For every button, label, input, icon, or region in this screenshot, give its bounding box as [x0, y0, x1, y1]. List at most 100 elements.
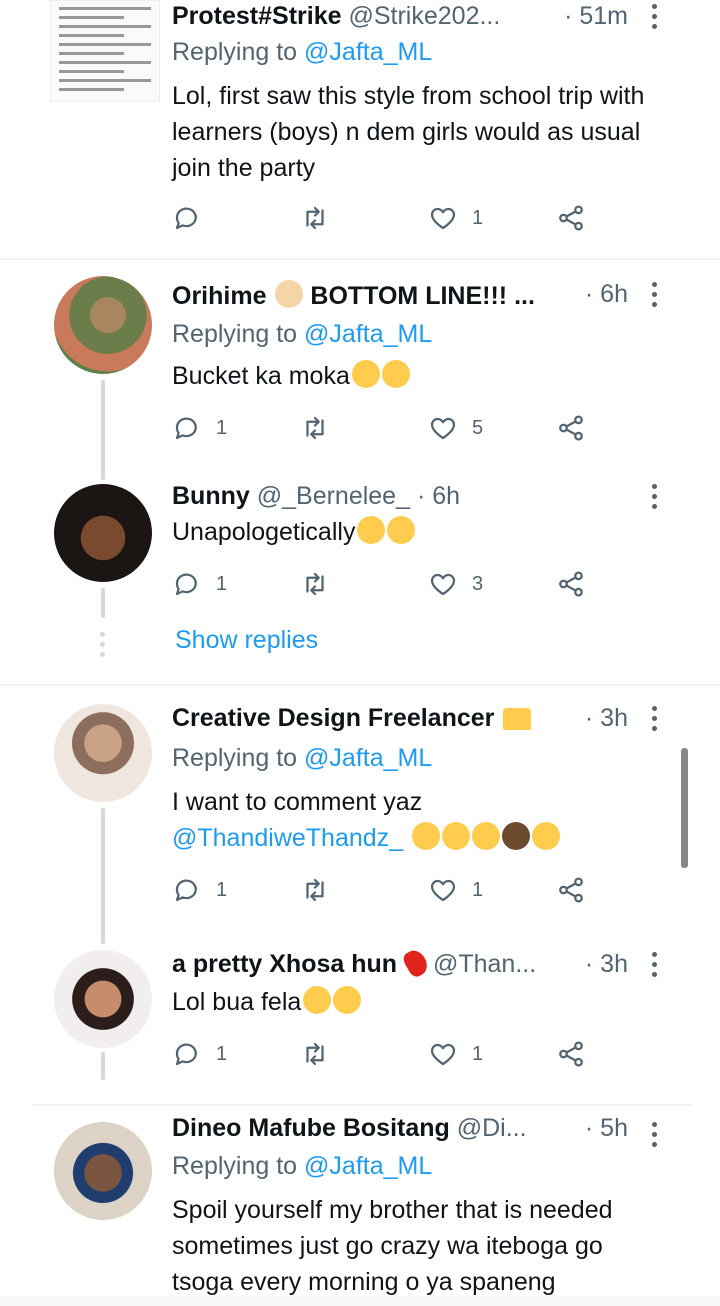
like-count: 1 — [472, 206, 484, 229]
reply-to-mention[interactable]: @Jafta_ML — [304, 320, 432, 348]
more-icon[interactable] — [652, 4, 658, 34]
bottom-edge — [0, 1296, 720, 1306]
more-icon[interactable] — [652, 706, 658, 736]
divider — [32, 1104, 692, 1106]
retweet-button[interactable] — [300, 410, 330, 446]
user-handle[interactable]: @Di... — [457, 1114, 527, 1142]
tweet-bunny[interactable]: Bunny @_Bernelee_ · 6h Unapologetically … — [0, 474, 720, 684]
share-button[interactable] — [556, 872, 586, 908]
rofl-emoji — [472, 822, 501, 850]
share-button[interactable] — [556, 1036, 586, 1072]
mentioned-user-link[interactable]: @ThandiweThandz_ — [172, 824, 403, 852]
avatar[interactable] — [54, 704, 152, 802]
retweet-button[interactable] — [300, 566, 330, 602]
joy-emoji — [357, 516, 386, 544]
display-name[interactable]: Orihime — [172, 282, 266, 310]
rofl-emoji — [351, 360, 380, 388]
share-icon — [556, 413, 586, 443]
tweet-protest-strike[interactable]: Protest#Strike @Strike202... · 51m Reply… — [0, 0, 720, 258]
rofl-emoji — [333, 986, 362, 1014]
avatar[interactable] — [54, 950, 152, 1048]
retweet-button[interactable] — [300, 1036, 330, 1072]
more-icon[interactable] — [652, 1122, 658, 1152]
timestamp[interactable]: · 5h — [585, 1114, 628, 1143]
timestamp[interactable]: · 6h — [585, 280, 628, 309]
reply-prefix: Replying to — [172, 38, 298, 66]
timestamp[interactable]: · 3h — [585, 950, 628, 979]
reply-count: 1 — [216, 572, 228, 595]
grimacing-emoji — [532, 822, 561, 850]
timestamp[interactable]: · 3h — [585, 704, 628, 733]
display-name[interactable]: Bunny — [172, 482, 250, 510]
replying-to: Replying to @Jafta_ML — [172, 744, 432, 773]
reply-button[interactable] — [172, 200, 202, 236]
reply-prefix: Replying to — [172, 320, 298, 348]
tweet-header: Orihime BOTTOM LINE!!! ... — [172, 280, 650, 320]
older-person-emoji — [275, 280, 304, 308]
quoted-image-thumbnail[interactable] — [50, 0, 160, 102]
divider — [0, 258, 720, 260]
reply-button[interactable]: 1 — [172, 566, 227, 602]
tweet-orihime[interactable]: Orihime BOTTOM LINE!!! ... · 6h Replying… — [0, 262, 720, 480]
retweet-button[interactable] — [300, 200, 330, 236]
tweet-text: Lol, first saw this style from school tr… — [172, 82, 645, 182]
share-button[interactable] — [556, 566, 586, 602]
avatar[interactable] — [54, 276, 152, 374]
retweet-icon — [300, 413, 330, 443]
like-icon — [428, 1039, 458, 1069]
display-name[interactable]: a pretty Xhosa hun — [172, 950, 397, 978]
tweet-actions: 1 — [172, 200, 602, 236]
scrollbar[interactable] — [681, 748, 688, 868]
tweet-actions: 1 1 — [172, 1036, 602, 1072]
reply-prefix: Replying to — [172, 744, 298, 772]
display-name[interactable]: Dineo Mafube Bositang — [172, 1114, 450, 1142]
timestamp[interactable]: · 51m — [564, 2, 628, 31]
more-icon[interactable] — [652, 282, 658, 312]
retweet-button[interactable] — [300, 872, 330, 908]
reply-icon — [172, 569, 202, 599]
user-handle[interactable]: @_Bernelee_ — [257, 482, 410, 510]
display-name[interactable]: Creative Design Freelancer — [172, 704, 494, 732]
reply-to-mention[interactable]: @Jafta_ML — [304, 744, 432, 772]
timestamp[interactable]: · 6h — [417, 482, 460, 510]
reply-count: 1 — [216, 1042, 228, 1065]
like-button[interactable]: 1 — [428, 200, 483, 236]
joy-emoji — [412, 822, 441, 850]
show-replies-link[interactable]: Show replies — [175, 626, 318, 655]
tweet-dineo[interactable]: Dineo Mafube Bositang @Di... · 5h Replyi… — [0, 1108, 720, 1298]
retweet-icon — [300, 875, 330, 905]
like-button[interactable]: 1 — [428, 1036, 483, 1072]
reply-button[interactable]: 1 — [172, 872, 227, 908]
tweet-text: Unapologetically — [172, 514, 666, 550]
display-name[interactable]: Protest#Strike — [172, 2, 342, 30]
tweet-creative-design[interactable]: Creative Design Freelancer · 3h Replying… — [0, 688, 720, 944]
reply-to-mention[interactable]: @Jafta_ML — [304, 1152, 432, 1180]
reply-icon — [172, 875, 202, 905]
user-handle[interactable]: @Strike202... — [348, 2, 500, 30]
avatar[interactable] — [54, 1122, 152, 1220]
share-button[interactable] — [556, 200, 586, 236]
like-icon — [428, 413, 458, 443]
share-button[interactable] — [556, 410, 586, 446]
replying-to: Replying to @Jafta_ML — [172, 38, 432, 67]
reply-icon — [172, 1039, 202, 1069]
more-icon[interactable] — [652, 952, 658, 982]
avatar[interactable] — [54, 484, 152, 582]
like-button[interactable]: 5 — [428, 410, 483, 446]
more-icon[interactable] — [652, 484, 658, 514]
thread-continuation-dots — [100, 632, 106, 662]
reply-prefix: Replying to — [172, 1152, 298, 1180]
replying-to: Replying to @Jafta_ML — [172, 320, 432, 349]
share-icon — [556, 875, 586, 905]
user-handle[interactable]: @Than... — [433, 950, 536, 978]
display-name-suffix[interactable]: BOTTOM LINE!!! ... — [310, 282, 535, 310]
like-button[interactable]: 1 — [428, 872, 483, 908]
reply-button[interactable]: 1 — [172, 410, 227, 446]
tweet-pretty-xhosa[interactable]: a pretty Xhosa hun @Than... · 3h Lol bua… — [0, 944, 720, 1080]
reply-to-mention[interactable]: @Jafta_ML — [304, 38, 432, 66]
tweet-actions: 1 1 — [172, 872, 602, 908]
like-button[interactable]: 3 — [428, 566, 483, 602]
share-icon — [556, 1039, 586, 1069]
tweet-text: Lol bua fela — [172, 984, 666, 1020]
reply-button[interactable]: 1 — [172, 1036, 227, 1072]
